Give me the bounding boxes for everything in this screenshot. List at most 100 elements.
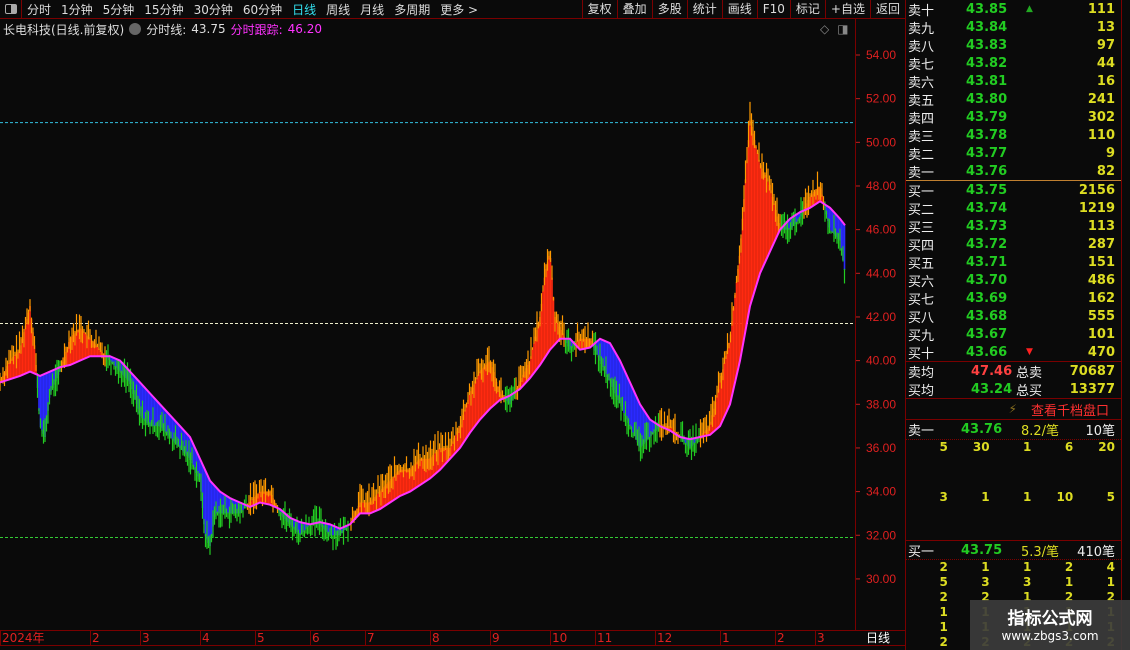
period-tab[interactable]: 多周期	[389, 1, 435, 18]
level-price: 43.82	[966, 55, 1008, 71]
period-tab[interactable]: 更多 >	[435, 1, 483, 18]
level-volume: 97	[1096, 37, 1115, 53]
y-tick-label: 48.00	[866, 179, 896, 193]
level-label: 卖八	[908, 39, 935, 55]
time-axis: 2024年 2 3 4 5 6 7 8 9 10 11 12 1 2 3 日线	[0, 630, 905, 646]
level-label: 卖一	[908, 165, 935, 181]
level-label: 买九	[908, 328, 935, 344]
level-price: 43.77	[966, 145, 1008, 161]
level-label: 买五	[908, 256, 935, 272]
order-size: 2	[939, 635, 948, 649]
order-level-row: 卖六 43.81 16	[906, 72, 1121, 91]
toolbar-button[interactable]: 多股	[651, 0, 687, 19]
y-tick-label: 52.00	[866, 92, 896, 106]
order-size: 2	[1064, 560, 1074, 574]
toolbar-button[interactable]: F10	[756, 0, 790, 19]
level-price: 43.76	[966, 163, 1008, 179]
line2-label: 分时跟踪:	[230, 22, 283, 37]
period-tab[interactable]: 1分钟	[56, 1, 98, 18]
level-label: 卖四	[908, 111, 935, 127]
toolbar-button[interactable]: 画线	[721, 0, 757, 19]
period-tab[interactable]: 60分钟	[238, 1, 287, 18]
month-label: 2	[775, 631, 785, 646]
order-level-row: 卖八 43.83 97	[906, 36, 1121, 55]
toolbar-button[interactable]: 复权	[581, 0, 617, 19]
month-label: 3	[815, 631, 825, 646]
level-volume: 113	[1087, 218, 1115, 234]
summary-label: 买均	[908, 383, 935, 399]
period-tab[interactable]: 5分钟	[98, 1, 140, 18]
watermark: 指标公式网 www.zbgs3.com	[970, 600, 1130, 650]
kline-chart[interactable]: 30.00 32.00 34.00 36.00 38.00 40.00 42.00 44.00…	[0, 19, 905, 630]
diamond-icon[interactable]: ◇	[820, 22, 829, 36]
level-volume: 241	[1087, 91, 1115, 107]
order-size: 1	[1023, 440, 1032, 454]
level-volume: 111	[1087, 1, 1115, 17]
level-price: 43.74	[966, 200, 1008, 216]
toolbar-button[interactable]: 返回	[869, 0, 905, 19]
toolbar-button[interactable]: 统计	[686, 0, 722, 19]
buy1-avg: 5.3/笔	[1021, 544, 1060, 560]
level-volume: 101	[1087, 326, 1115, 342]
order-level-row: 买七 43.69 162	[906, 289, 1121, 308]
period-tab[interactable]: 分时	[22, 1, 56, 18]
level-price: 43.78	[966, 127, 1008, 143]
order-size: 1	[939, 605, 948, 619]
chart-info-bar: 长电科技(日线.前复权) 分时线: 43.75 分时跟踪: 46.20	[0, 19, 322, 39]
level-price: 43.85	[966, 1, 1008, 17]
level-price: 43.84	[966, 19, 1008, 35]
toolbar-button[interactable]: +自选	[824, 0, 870, 19]
order-size: 2	[939, 560, 948, 574]
level-volume: 302	[1087, 109, 1115, 125]
y-tick-label: 34.00	[866, 485, 896, 499]
order-size: 2	[939, 590, 948, 604]
order-size: 5	[939, 440, 948, 454]
level-volume: 151	[1087, 254, 1115, 270]
level-volume: 486	[1087, 272, 1115, 288]
period-tab[interactable]: 30分钟	[189, 1, 238, 18]
level-volume: 16	[1096, 73, 1115, 89]
level-price: 43.69	[966, 290, 1008, 306]
order-size: 1	[939, 620, 948, 634]
order-level-row: 买三 43.73 113	[906, 217, 1121, 236]
order-level-row: 买一 43.75 2156	[906, 181, 1121, 200]
summary-label2: 总买	[1016, 383, 1043, 399]
panel-toggle-button[interactable]	[0, 0, 22, 19]
level-volume: 287	[1087, 236, 1115, 252]
level-volume: 9	[1105, 145, 1115, 161]
dropdown-icon[interactable]	[129, 23, 142, 35]
level-label: 买二	[908, 202, 935, 218]
order-level-row: 卖十 43.85 ▲ 111	[906, 0, 1121, 19]
period-tab[interactable]: 周线	[321, 1, 355, 18]
month-label: 12	[655, 631, 673, 646]
month-label: 2024年	[0, 631, 45, 646]
month-label: 2	[90, 631, 100, 646]
sell1-detail-row: 卖一 43.76 8.2/笔 10笔	[906, 420, 1121, 440]
level-price: 43.80	[966, 91, 1008, 107]
toolbar-button[interactable]: 标记	[789, 0, 825, 19]
period-toolbar: 分时 1分钟 5分钟 15分钟 30分钟 60分钟 日线 周线 月线 多周期 更多 > 复权 叠加 多股…	[0, 0, 905, 19]
level-price: 43.79	[966, 109, 1008, 125]
line2-value: 46.20	[287, 22, 322, 36]
chart-canvas[interactable]: 30.00 32.00 34.00 36.00 38.00 40.00 42.00 44.00…	[0, 19, 905, 630]
order-size: 5	[1106, 490, 1115, 504]
period-tab[interactable]: 15分钟	[139, 1, 188, 18]
up-arrow-icon: ▲	[1026, 4, 1033, 14]
order-level-row: 买五 43.71 151	[906, 253, 1121, 272]
level-volume: 2156	[1078, 182, 1115, 198]
level-label: 卖五	[908, 93, 935, 109]
period-tab[interactable]: 月线	[355, 1, 389, 18]
sell1-label: 卖一	[908, 424, 935, 439]
period-tab[interactable]: 日线	[287, 1, 321, 18]
view-depth-link[interactable]: 查看千档盘口	[1031, 400, 1109, 419]
level-price: 43.72	[966, 236, 1008, 252]
order-level-row: 买二 43.74 1219	[906, 199, 1121, 218]
summary-row: 卖均 47.46 总卖 70687	[906, 362, 1121, 381]
toolbar-button[interactable]: 叠加	[616, 0, 652, 19]
level-label: 买四	[908, 238, 935, 254]
panel-toggle-icon[interactable]: ◨	[837, 22, 848, 36]
level-volume: 82	[1096, 163, 1115, 179]
order-level-row: 卖七 43.82 44	[906, 54, 1121, 73]
order-size: 3	[981, 575, 990, 589]
order-level-row: 买十 43.66 ▼ 470	[906, 343, 1121, 362]
